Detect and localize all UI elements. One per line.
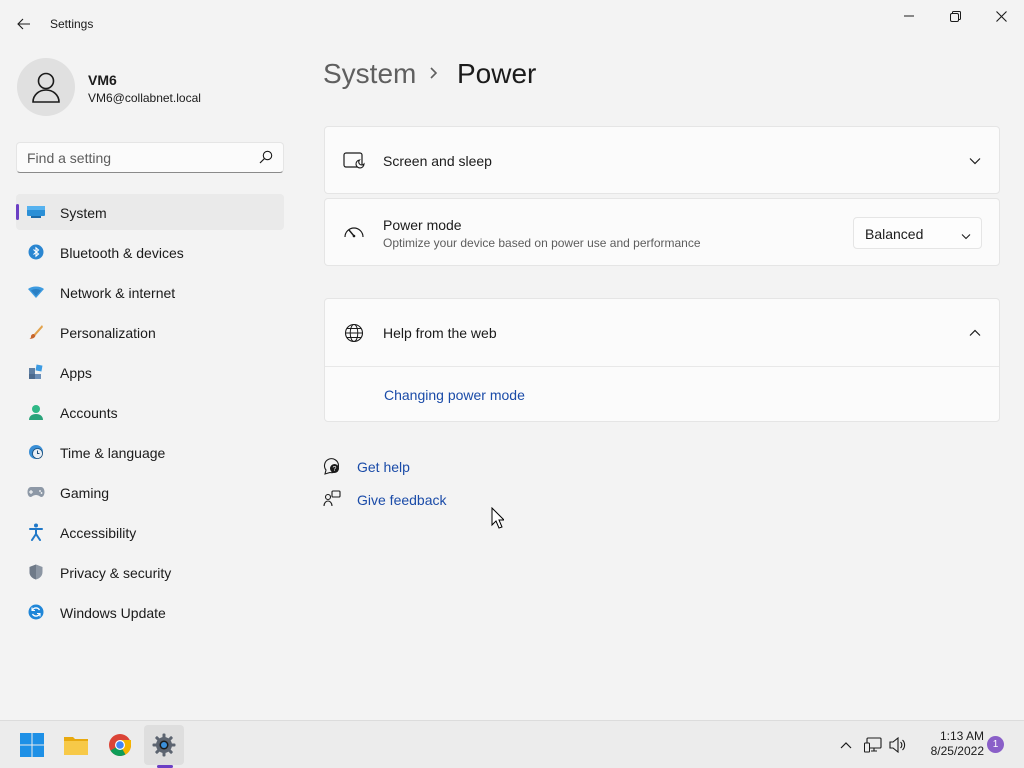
- start-icon: [20, 733, 44, 757]
- start-button[interactable]: [12, 725, 52, 765]
- search-box[interactable]: [16, 142, 284, 173]
- divider: [325, 366, 999, 367]
- taskbar: 1:13 AM 8/25/2022: [0, 720, 1024, 768]
- power-mode-card: Power mode Optimize your device based on…: [324, 198, 1000, 266]
- sidebar-item-label: Windows Update: [60, 605, 166, 621]
- help-web-card: Help from the web Changing power mode: [324, 298, 1000, 422]
- back-arrow-icon: [17, 18, 30, 30]
- minimize-button[interactable]: [886, 0, 932, 32]
- give-feedback-link[interactable]: Give feedback: [357, 492, 447, 508]
- sidebar-item-label: System: [60, 205, 107, 221]
- restore-icon: [949, 10, 961, 22]
- volume-tray-button[interactable]: [888, 735, 908, 755]
- close-button[interactable]: [978, 0, 1024, 32]
- volume-icon: [889, 737, 906, 753]
- selection-indicator: [16, 204, 19, 220]
- screen-sleep-title: Screen and sleep: [383, 153, 492, 169]
- sidebar-item-personalization[interactable]: Personalization: [16, 314, 284, 350]
- get-help-link[interactable]: Get help: [357, 459, 410, 475]
- back-button[interactable]: [8, 10, 40, 38]
- sidebar-item-gaming[interactable]: Gaming: [16, 474, 284, 510]
- user-icon: [32, 72, 60, 103]
- sidebar-item-accessibility[interactable]: Accessibility: [16, 514, 284, 550]
- sidebar-item-label: Gaming: [60, 485, 110, 501]
- globe-icon: [343, 322, 365, 344]
- changing-power-mode-link[interactable]: Changing power mode: [384, 387, 525, 403]
- settings-taskbar-button[interactable]: [144, 725, 184, 765]
- svg-text:?: ?: [333, 466, 337, 473]
- shield-icon: [27, 564, 45, 580]
- network-icon: [27, 284, 45, 300]
- clock-globe-icon: [27, 444, 45, 460]
- feedback-icon: [323, 490, 341, 513]
- chevron-up-icon: [840, 742, 852, 749]
- sidebar-item-bluetooth[interactable]: Bluetooth & devices: [16, 234, 284, 270]
- sidebar-item-label: Accessibility: [60, 525, 137, 541]
- power-mode-value: Balanced: [865, 226, 924, 242]
- clock-date: 8/25/2022: [930, 744, 984, 758]
- apps-icon: [27, 364, 45, 380]
- close-icon: [995, 10, 1007, 22]
- sidebar-item-label: Bluetooth & devices: [60, 245, 184, 261]
- sidebar-nav: System Bluetooth & devices Network & int…: [16, 194, 284, 634]
- breadcrumb-parent[interactable]: System: [323, 58, 416, 90]
- chrome-icon: [109, 734, 131, 756]
- sidebar-item-system[interactable]: System: [16, 194, 284, 230]
- gamepad-icon: [27, 484, 45, 500]
- mouse-cursor-icon: [491, 506, 506, 534]
- page-title: Power: [457, 58, 537, 89]
- file-explorer-icon: [64, 737, 88, 755]
- sidebar-item-apps[interactable]: Apps: [16, 354, 284, 390]
- search-input[interactable]: [17, 143, 247, 172]
- sidebar-item-label: Apps: [60, 365, 92, 381]
- power-mode-dropdown[interactable]: Balanced: [853, 217, 982, 249]
- minimize-icon: [904, 15, 914, 17]
- sidebar-item-label: Privacy & security: [60, 565, 172, 581]
- sidebar-item-network[interactable]: Network & internet: [16, 274, 284, 310]
- system-icon: [27, 204, 45, 220]
- user-email: VM6@collabnet.local: [88, 91, 201, 105]
- sidebar-item-time-language[interactable]: Time & language: [16, 434, 284, 470]
- accessibility-icon: [27, 523, 45, 541]
- user-name: VM6: [88, 72, 117, 88]
- brush-icon: [27, 324, 45, 340]
- power-mode-title: Power mode: [383, 217, 462, 233]
- screen-sleep-card[interactable]: Screen and sleep: [324, 126, 1000, 194]
- screen-sleep-icon: [343, 150, 365, 172]
- accounts-icon: [27, 404, 45, 420]
- sidebar-item-label: Personalization: [60, 325, 156, 341]
- bluetooth-icon: [27, 244, 45, 260]
- network-tray-button[interactable]: [863, 735, 883, 755]
- clock[interactable]: 1:13 AM 8/25/2022: [912, 729, 984, 759]
- chevron-up-icon[interactable]: [967, 325, 983, 341]
- chevron-right-icon: [428, 66, 440, 85]
- sidebar-item-label: Time & language: [60, 445, 166, 461]
- power-mode-subtitle: Optimize your device based on power use …: [383, 236, 701, 250]
- show-hidden-icons-button[interactable]: [836, 735, 856, 755]
- search-icon[interactable]: [259, 150, 273, 169]
- chrome-button[interactable]: [100, 725, 140, 765]
- help-web-title: Help from the web: [383, 325, 497, 341]
- file-explorer-button[interactable]: [56, 725, 96, 765]
- network-status-icon: [864, 737, 882, 753]
- clock-time: 1:13 AM: [939, 729, 984, 743]
- get-help-icon: ?: [323, 457, 341, 480]
- update-icon: [27, 604, 45, 620]
- sidebar-item-label: Accounts: [60, 405, 118, 421]
- notification-badge[interactable]: 1: [987, 736, 1004, 753]
- sidebar-item-accounts[interactable]: Accounts: [16, 394, 284, 430]
- restore-button[interactable]: [932, 0, 978, 32]
- sidebar-item-label: Network & internet: [60, 285, 176, 301]
- power-mode-icon: [343, 221, 365, 243]
- sidebar-item-privacy-security[interactable]: Privacy & security: [16, 554, 284, 590]
- chevron-down-icon[interactable]: [967, 153, 983, 169]
- avatar[interactable]: [17, 58, 75, 116]
- sidebar-item-windows-update[interactable]: Windows Update: [16, 594, 284, 630]
- app-title: Settings: [50, 17, 94, 31]
- chevron-down-icon: [961, 227, 971, 245]
- settings-icon: [152, 733, 176, 757]
